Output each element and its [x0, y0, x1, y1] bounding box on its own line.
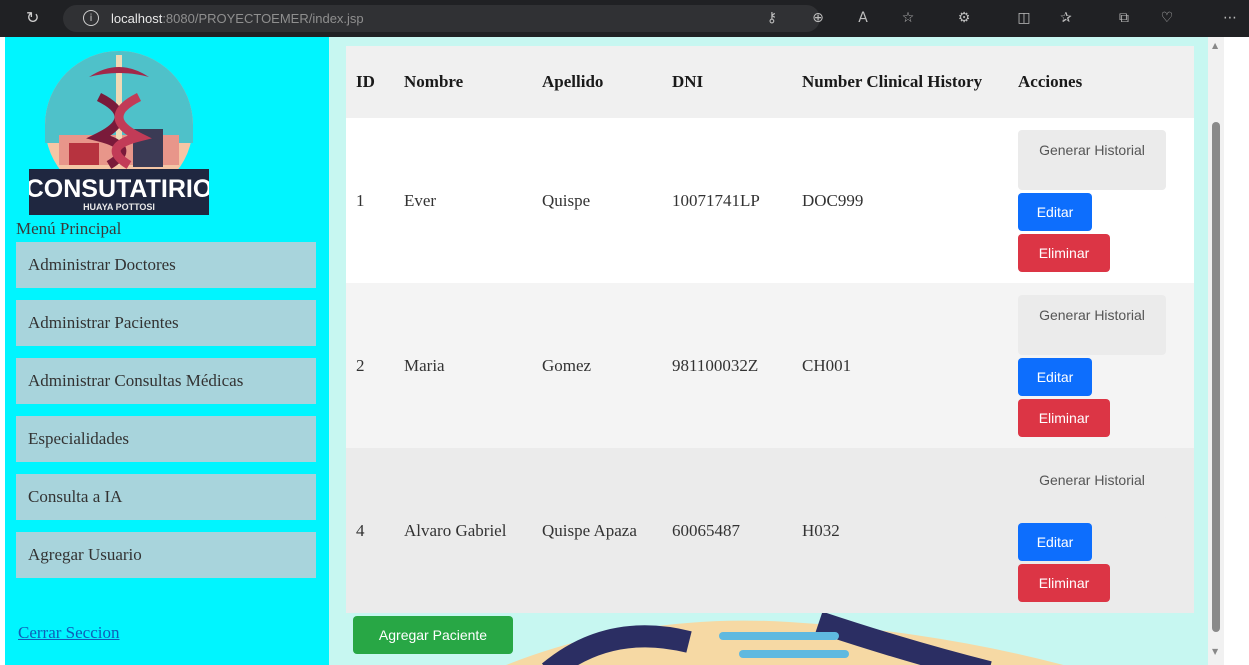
- key-icon[interactable]: ⚷: [762, 8, 782, 28]
- generate-history-button[interactable]: Generar Historial: [1018, 129, 1166, 190]
- header-nombre: Nombre: [394, 46, 532, 118]
- main-content: ID Nombre Apellido DNI Number Clinical H…: [329, 37, 1208, 665]
- read-aloud-icon[interactable]: A: [853, 8, 873, 28]
- cell-apellido: Quispe: [532, 118, 662, 283]
- heart-icon[interactable]: ♡: [1157, 8, 1177, 28]
- nav-item-especialidades[interactable]: Especialidades: [16, 416, 316, 462]
- generate-history-button[interactable]: Generar Historial: [1018, 459, 1166, 520]
- cell-nombre: Ever: [394, 118, 532, 283]
- nav-item-doctores[interactable]: Administrar Doctores: [16, 242, 316, 288]
- cell-history: DOC999: [792, 118, 1008, 283]
- delete-button[interactable]: Eliminar: [1018, 563, 1110, 602]
- zoom-icon[interactable]: ⊕: [808, 8, 828, 28]
- cell-dni: 981100032Z: [662, 283, 792, 448]
- cell-actions: Generar Historial Editar Eliminar: [1008, 118, 1194, 283]
- clinic-logo: CONSUTATIRIO HUAYA POTTOSI: [29, 51, 209, 215]
- add-patient-button[interactable]: Agregar Paciente: [353, 616, 513, 654]
- edit-button[interactable]: Editar: [1018, 192, 1092, 231]
- edit-button[interactable]: Editar: [1018, 357, 1092, 396]
- reload-icon[interactable]: ↻: [26, 9, 44, 27]
- menu-title: Menú Principal: [16, 219, 122, 238]
- scrollbar-thumb[interactable]: [1212, 122, 1220, 632]
- cell-actions: Generar Historial Editar Eliminar: [1008, 283, 1194, 448]
- favorite-star-icon[interactable]: ☆: [898, 8, 918, 28]
- url-text[interactable]: localhost:8080/PROYECTOEMER/index.jsp: [111, 11, 364, 26]
- split-screen-icon[interactable]: ◫: [1014, 8, 1034, 28]
- extension-icon[interactable]: ⚙: [954, 8, 974, 28]
- delete-button[interactable]: Eliminar: [1018, 233, 1110, 272]
- table-row: 1 Ever Quispe 10071741LP DOC999 Generar …: [346, 118, 1194, 283]
- cell-apellido: Quispe Apaza: [532, 448, 662, 613]
- patients-table-container: ID Nombre Apellido DNI Number Clinical H…: [346, 46, 1194, 613]
- generate-history-button[interactable]: Generar Historial: [1018, 294, 1166, 355]
- cell-id: 4: [346, 448, 394, 613]
- edit-button[interactable]: Editar: [1018, 522, 1092, 561]
- cell-id: 2: [346, 283, 394, 448]
- cell-nombre: Alvaro Gabriel: [394, 448, 532, 613]
- cell-history: CH001: [792, 283, 1008, 448]
- nav-item-consultas[interactable]: Administrar Consultas Médicas: [16, 358, 316, 404]
- table-row: 2 Maria Gomez 981100032Z CH001 Generar H…: [346, 283, 1194, 448]
- more-icon[interactable]: ⋯: [1220, 8, 1240, 28]
- scroll-down-arrow-icon[interactable]: ▼: [1212, 647, 1218, 656]
- svg-text:CONSUTATIRIO: CONSUTATIRIO: [29, 175, 209, 203]
- table-header-row: ID Nombre Apellido DNI Number Clinical H…: [346, 46, 1194, 118]
- scroll-up-arrow-icon[interactable]: ▲: [1212, 41, 1218, 50]
- sidebar: CONSUTATIRIO HUAYA POTTOSI Menú Principa…: [5, 37, 329, 665]
- vertical-scrollbar[interactable]: ▲ ▼: [1208, 37, 1224, 665]
- site-info-icon[interactable]: i: [83, 10, 99, 26]
- nav-item-agregar-usuario[interactable]: Agregar Usuario: [16, 532, 316, 578]
- cell-actions: Generar Historial Editar Eliminar: [1008, 448, 1194, 613]
- header-id: ID: [346, 46, 394, 118]
- browser-toolbar: ↻ i localhost:8080/PROYECTOEMER/index.js…: [0, 0, 1249, 37]
- svg-text:HUAYA POTTOSI: HUAYA POTTOSI: [83, 202, 155, 212]
- nav-item-pacientes[interactable]: Administrar Pacientes: [16, 300, 316, 346]
- cell-dni: 10071741LP: [662, 118, 792, 283]
- cell-dni: 60065487: [662, 448, 792, 613]
- window-edge: [1224, 37, 1249, 665]
- cell-nombre: Maria: [394, 283, 532, 448]
- header-apellido: Apellido: [532, 46, 662, 118]
- nav-item-consulta-ia[interactable]: Consulta a IA: [16, 474, 316, 520]
- cell-id: 1: [346, 118, 394, 283]
- table-row: 4 Alvaro Gabriel Quispe Apaza 60065487 H…: [346, 448, 1194, 613]
- patients-table: ID Nombre Apellido DNI Number Clinical H…: [346, 46, 1194, 613]
- delete-button[interactable]: Eliminar: [1018, 398, 1110, 437]
- collections-icon[interactable]: ⧉: [1114, 8, 1134, 28]
- logout-link[interactable]: Cerrar Seccion: [18, 623, 119, 643]
- header-acciones: Acciones: [1008, 46, 1194, 118]
- favorites-icon[interactable]: ✰: [1056, 8, 1076, 28]
- header-clinical-history: Number Clinical History: [792, 46, 1008, 118]
- cell-apellido: Gomez: [532, 283, 662, 448]
- cell-history: H032: [792, 448, 1008, 613]
- header-dni: DNI: [662, 46, 792, 118]
